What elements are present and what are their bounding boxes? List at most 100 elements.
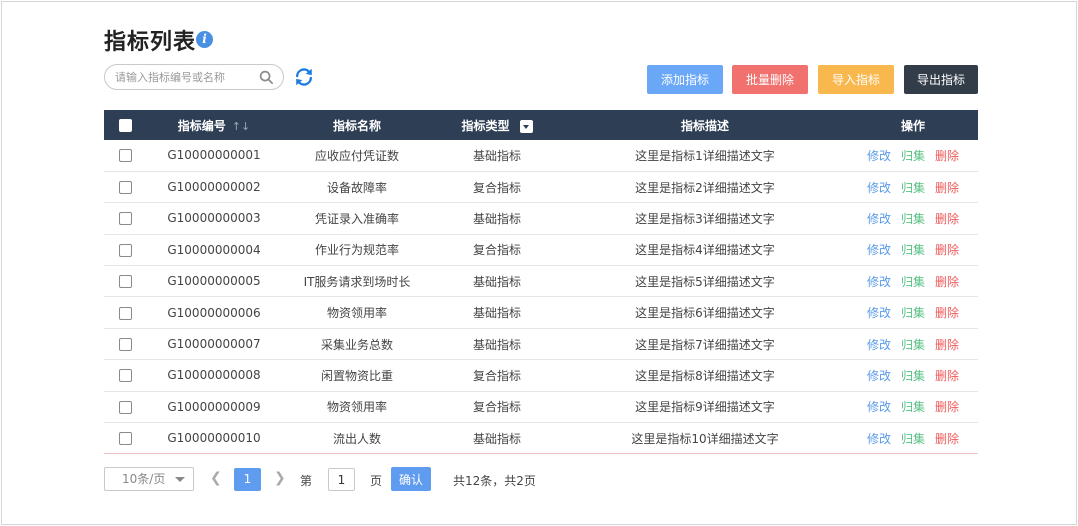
search-icon[interactable] (259, 70, 274, 85)
edit-link[interactable]: 修改 (867, 430, 891, 447)
collect-link[interactable]: 归集 (901, 430, 925, 447)
edit-link[interactable]: 修改 (867, 304, 891, 321)
row-select-cell (104, 423, 146, 454)
delete-link[interactable]: 删除 (935, 241, 959, 258)
edit-link[interactable]: 修改 (867, 336, 891, 353)
indicator-desc: 这里是指标8详细描述文字 (635, 368, 775, 383)
row-select-cell (104, 140, 146, 171)
row-checkbox[interactable] (118, 149, 132, 163)
collect-link[interactable]: 归集 (901, 241, 925, 258)
delete-link[interactable]: 删除 (935, 147, 959, 164)
table-row: G10000000008 闲置物资比重 复合指标 这里是指标8详细描述文字 修改 归集 删除 (104, 360, 978, 392)
delete-link[interactable]: 删除 (935, 336, 959, 353)
table-row: G10000000002 设备故障率 复合指标 这里是指标2详细描述文字 修改 归集 删除 (104, 171, 978, 203)
row-actions: 修改 归集 删除 (848, 360, 978, 391)
delete-link[interactable]: 删除 (935, 304, 959, 321)
sort-icon[interactable]: ↑↓ (232, 120, 250, 133)
batch-delete-button[interactable]: 批量删除 (732, 65, 808, 94)
indicator-code: G10000000007 (167, 337, 261, 352)
indicator-type: 基础指标 (472, 306, 521, 321)
edit-link[interactable]: 修改 (867, 273, 891, 290)
collect-link[interactable]: 归集 (901, 336, 925, 353)
row-checkbox[interactable] (118, 181, 132, 195)
delete-link[interactable]: 删除 (935, 179, 959, 196)
indicator-name: 凭证录入准确率 (314, 211, 399, 226)
row-checkbox[interactable] (118, 338, 132, 352)
header-code[interactable]: 指标编号 ↑↓ (146, 110, 282, 140)
table-row: G10000000001 应收应付凭证数 基础指标 这里是指标1详细描述文字 修改 归集删… (104, 140, 978, 172)
row-checkbox[interactable] (118, 400, 132, 414)
delete-link[interactable]: 删除 (935, 367, 959, 384)
delete-link[interactable]: 删除 (935, 398, 959, 415)
edit-link[interactable]: 修改 (867, 241, 891, 258)
collect-link[interactable]: 归集 (901, 210, 925, 227)
edit-link[interactable]: 修改 (867, 367, 891, 384)
collect-link[interactable]: 归集 (901, 367, 925, 384)
indicator-name: 闲置物资比重 (320, 368, 393, 383)
edit-link[interactable]: 修改 (867, 179, 891, 196)
goto-prefix: 第 (300, 474, 313, 488)
info-icon[interactable]: i (196, 31, 213, 48)
search-input[interactable] (115, 68, 255, 86)
page-size-value: 10条/页 (122, 472, 166, 486)
search-box[interactable] (104, 64, 284, 90)
indicator-type: 复合指标 (472, 400, 521, 415)
export-indicator-button[interactable]: 导出指标 (904, 65, 978, 94)
edit-link[interactable]: 修改 (867, 210, 891, 227)
row-checkbox[interactable] (118, 432, 132, 446)
indicator-desc: 这里是指标7详细描述文字 (635, 337, 775, 352)
table-row: G10000000007 采集业务总数 基础指标 这里是指标7详细描述文字 修改 归集 删除 (104, 328, 978, 360)
indicator-code: G10000000010 (167, 431, 261, 446)
row-checkbox[interactable] (118, 212, 132, 226)
collect-link[interactable]: 归集 (901, 147, 925, 164)
edit-link[interactable]: 修改 (867, 147, 891, 164)
delete-link[interactable]: 删除 (935, 430, 959, 447)
table-row: G10000000003 凭证录入准确率 基础指标 这里是指标3详细描述文字 修改 归集删… (104, 203, 978, 235)
row-actions: 修改 归集 删除 (848, 328, 978, 359)
row-checkbox[interactable] (118, 275, 132, 289)
header-ops: 操作 (900, 118, 925, 133)
select-all-checkbox[interactable] (118, 119, 132, 132)
row-actions: 修改 归集 删除 (848, 140, 978, 171)
next-page-icon[interactable]: ❯ (274, 470, 286, 486)
collect-link[interactable]: 归集 (901, 304, 925, 321)
goto-page-input[interactable] (328, 468, 355, 491)
indicator-type: 复合指标 (472, 368, 521, 383)
filter-dropdown-icon[interactable] (519, 119, 533, 133)
goto-confirm-button[interactable]: 确认 (391, 467, 431, 491)
row-select-cell (104, 297, 146, 328)
row-checkbox[interactable] (118, 243, 132, 257)
indicator-type: 基础指标 (472, 431, 521, 446)
indicator-name: 作业行为规范率 (314, 243, 399, 258)
collect-link[interactable]: 归集 (901, 273, 925, 290)
row-select-cell (104, 234, 146, 265)
row-actions: 修改 归集 删除 (848, 423, 978, 454)
row-select-cell (104, 328, 146, 359)
row-select-cell (104, 391, 146, 422)
page-size-select[interactable]: 10条/页 (104, 467, 194, 491)
refresh-icon[interactable] (293, 66, 315, 88)
row-checkbox[interactable] (118, 369, 132, 383)
row-actions: 修改 归集 删除 (848, 203, 978, 234)
row-select-cell (104, 360, 146, 391)
indicator-code: G10000000005 (167, 274, 261, 289)
page-number-current[interactable]: 1 (234, 468, 261, 491)
add-indicator-button[interactable]: 添加指标 (647, 65, 723, 94)
indicator-code: G10000000003 (167, 211, 261, 226)
row-actions: 修改 归集 删除 (848, 297, 978, 328)
indicator-desc: 这里是指标1详细描述文字 (635, 148, 775, 163)
row-checkbox[interactable] (118, 306, 132, 320)
indicator-code: G10000000004 (167, 242, 261, 257)
indicator-code: G10000000006 (167, 305, 261, 320)
delete-link[interactable]: 删除 (935, 210, 959, 227)
prev-page-icon[interactable]: ❮ (210, 470, 222, 486)
header-type: 指标类型 (432, 110, 562, 140)
indicator-name: 采集业务总数 (320, 337, 393, 352)
collect-link[interactable]: 归集 (901, 179, 925, 196)
edit-link[interactable]: 修改 (867, 398, 891, 415)
indicator-desc: 这里是指标9详细描述文字 (635, 400, 775, 415)
collect-link[interactable]: 归集 (901, 398, 925, 415)
import-indicator-button[interactable]: 导入指标 (818, 65, 894, 94)
indicator-code: G10000000009 (167, 399, 261, 414)
delete-link[interactable]: 删除 (935, 273, 959, 290)
